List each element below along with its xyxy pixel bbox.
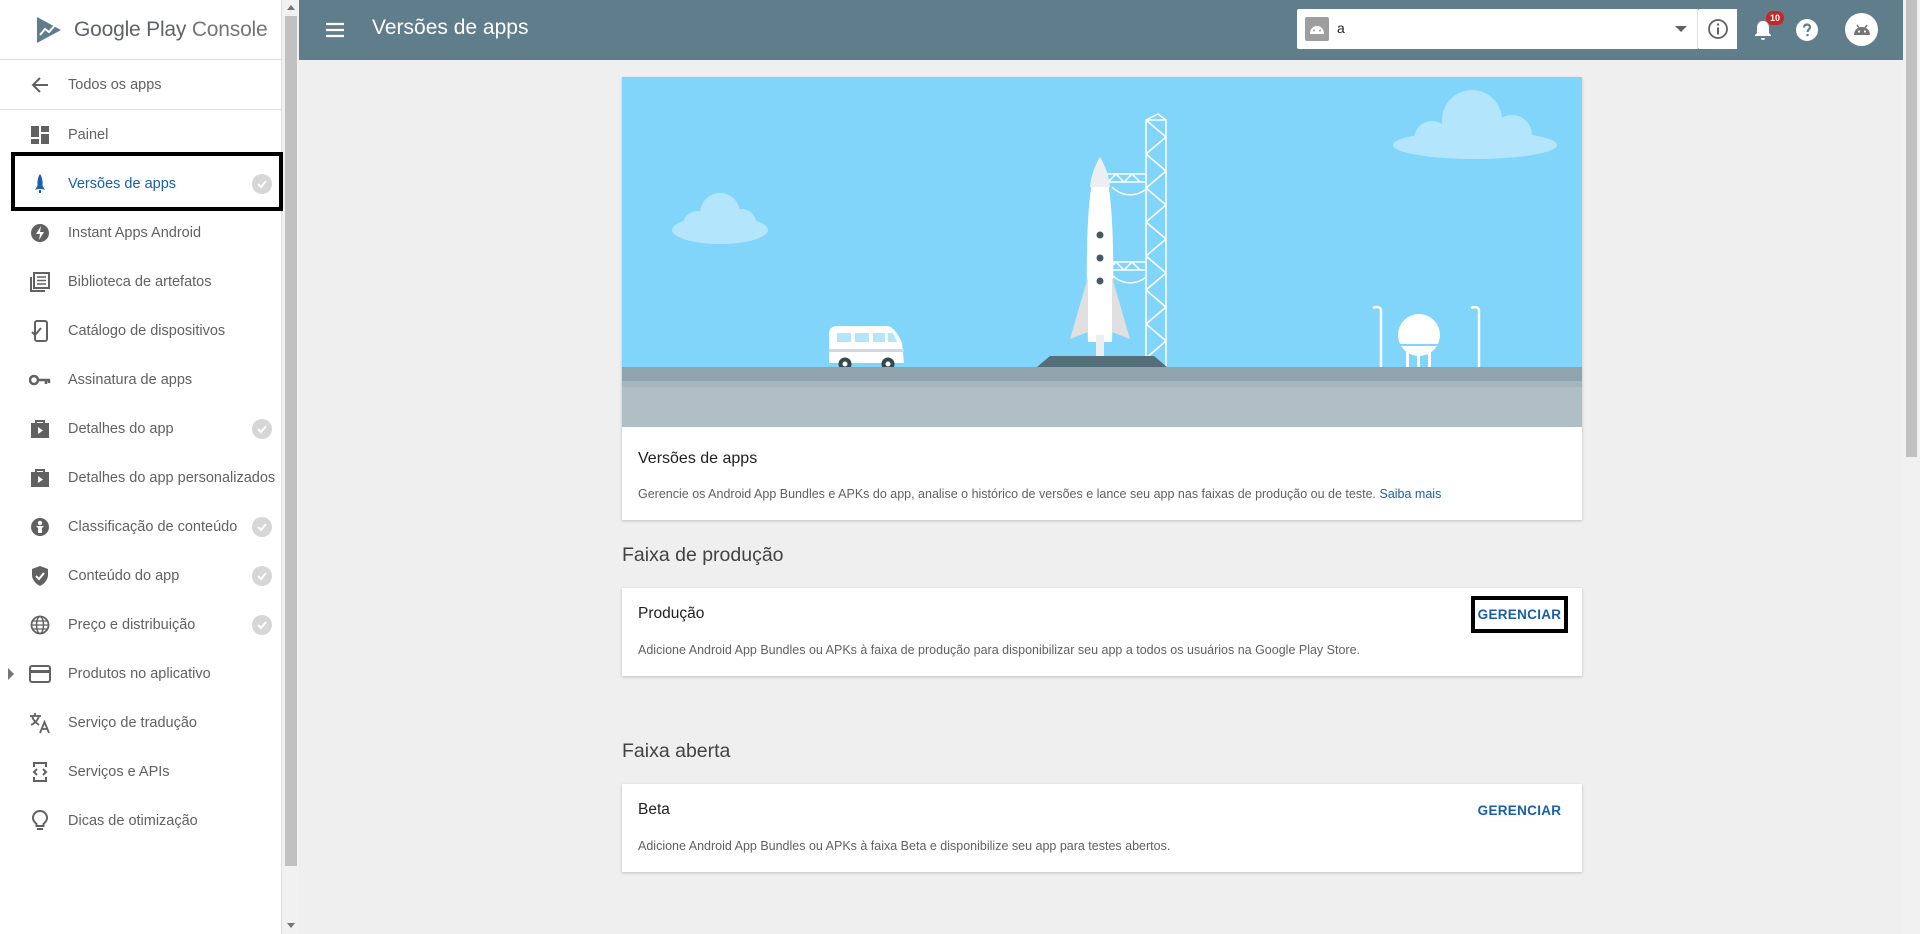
brand-suffix: Console: [191, 17, 268, 41]
sidebar-item-detalhes-do-app[interactable]: Detalhes do app: [0, 404, 282, 453]
sidebar-item-produtos-no-aplicativo[interactable]: Produtos no aplicativo: [0, 649, 282, 698]
store-icon: [28, 417, 52, 441]
card-description-text: Gerencie os Android App Bundles e APKs d…: [638, 487, 1376, 501]
sidebar-item-dicas-de-otimizacao[interactable]: Dicas de otimização: [0, 796, 282, 845]
sidebar-item-versoes-de-apps[interactable]: Versões de apps: [0, 159, 282, 208]
sidebar-item-label: Painel: [68, 126, 109, 143]
dashboard-icon: [28, 123, 52, 147]
rating-icon: [28, 515, 52, 539]
play-console-logo-icon: [37, 16, 61, 43]
sidebar-item-label: Detalhes do app: [68, 420, 174, 437]
rocket-launch-illustration: [622, 77, 1582, 427]
track-card-beta: Beta Adicione Android App Bundles ou APK…: [622, 784, 1582, 872]
sidebar-item-conteudo-do-app[interactable]: Conteúdo do app: [0, 551, 282, 600]
track-name: Beta: [638, 801, 670, 818]
main-scrollbar-thumb[interactable]: [1906, 0, 1917, 457]
android-avatar-icon: [1853, 24, 1870, 35]
sidebar-item-label: Versões de apps: [68, 175, 177, 192]
check-circle-icon: [252, 516, 272, 537]
library-icon: [28, 270, 52, 294]
dropdown-arrow-icon[interactable]: [1675, 26, 1687, 32]
sidebar-item-assinatura-de-apps[interactable]: Assinatura de apps: [0, 355, 282, 404]
sidebar-item-detalhes-personalizados[interactable]: Detalhes do app personalizados: [0, 453, 282, 502]
top-app-bar: Versões de apps a 10: [299, 0, 1903, 60]
section-title-production: Faixa de produção: [622, 544, 784, 566]
selected-app-name: a: [1337, 20, 1345, 36]
translate-icon: [28, 711, 52, 735]
lightbulb-icon: [28, 809, 52, 833]
info-button[interactable]: [1699, 9, 1737, 49]
app-releases-intro-card: Versões de apps Gerencie os Android App …: [622, 77, 1582, 520]
selector-divider: [1697, 9, 1698, 49]
rocket-icon: [28, 172, 52, 196]
check-circle-icon: [252, 565, 272, 586]
page-title: Versões de apps: [372, 16, 529, 39]
card-description: Gerencie os Android App Bundles e APKs d…: [638, 487, 1441, 501]
brand-name: Google Play: [74, 17, 187, 41]
sidebar-item-label: Assinatura de apps: [68, 371, 193, 388]
sidebar-item-label: Catálogo de dispositivos: [68, 322, 226, 339]
device-catalog-icon: [28, 319, 52, 343]
globe-icon: [28, 613, 52, 637]
sidebar-item-label: Produtos no aplicativo: [68, 665, 211, 682]
sidebar-item-painel[interactable]: Painel: [0, 110, 282, 159]
sidebar-item-label: Biblioteca de artefatos: [68, 273, 212, 290]
learn-more-link[interactable]: Saiba mais: [1379, 487, 1441, 501]
track-name: Produção: [638, 605, 705, 622]
info-icon: [1708, 19, 1728, 39]
track-description: Adicione Android App Bundles ou APKs à f…: [638, 643, 1361, 657]
track-card-production: Produção Adicione Android App Bundles ou…: [622, 588, 1582, 676]
sidebar: Google Play Console Todos os apps Painel…: [0, 0, 283, 934]
help-icon: [1796, 19, 1818, 41]
track-description: Adicione Android App Bundles ou APKs à f…: [638, 839, 1171, 853]
sidebar-item-preco-e-distribuicao[interactable]: Preço e distribuição: [0, 600, 282, 649]
sidebar-item-label: Classificação de conteúdo: [68, 518, 238, 535]
sidebar-item-label: Serviços e APIs: [68, 763, 170, 780]
store-icon: [28, 466, 52, 490]
account-avatar[interactable]: [1845, 13, 1878, 46]
back-label: Todos os apps: [68, 77, 162, 93]
sidebar-scrollbar[interactable]: [283, 0, 299, 934]
card-icon: [28, 662, 52, 686]
menu-icon[interactable]: [323, 18, 347, 42]
sidebar-item-classificacao-de-conteudo[interactable]: Classificação de conteúdo: [0, 502, 282, 551]
main-scrollbar[interactable]: [1903, 0, 1920, 934]
android-app-icon: [1305, 17, 1329, 41]
check-circle-icon: [252, 418, 272, 439]
sidebar-scrollbar-thumb[interactable]: [285, 16, 297, 866]
section-title-open-track: Faixa aberta: [622, 740, 731, 762]
sidebar-item-instant-apps[interactable]: Instant Apps Android: [0, 208, 282, 257]
sidebar-item-label: Preço e distribuição: [68, 616, 196, 633]
app-selector[interactable]: a: [1297, 9, 1737, 49]
api-icon: [28, 760, 52, 784]
sidebar-item-servicos-e-apis[interactable]: Serviços e APIs: [0, 747, 282, 796]
back-to-all-apps[interactable]: Todos os apps: [0, 61, 282, 110]
key-icon: [28, 368, 52, 392]
play-console-logo[interactable]: Google Play Console: [0, 0, 281, 60]
sidebar-item-label: Instant Apps Android: [68, 224, 202, 241]
sidebar-item-catalogo-de-dispositivos[interactable]: Catálogo de dispositivos: [0, 306, 282, 355]
scroll-up-arrow-icon[interactable]: [287, 5, 295, 10]
arrow-back-icon: [28, 73, 52, 97]
check-circle-icon: [252, 614, 272, 635]
sidebar-item-label: Detalhes do app personalizados: [68, 469, 276, 486]
sidebar-item-servico-de-traducao[interactable]: Serviço de tradução: [0, 698, 282, 747]
manage-beta-button[interactable]: GERENCIAR: [1475, 792, 1564, 828]
check-circle-icon: [252, 173, 272, 194]
help-button[interactable]: [1794, 17, 1820, 43]
sidebar-item-biblioteca-de-artefatos[interactable]: Biblioteca de artefatos: [0, 257, 282, 306]
manage-production-button[interactable]: GERENCIAR: [1475, 596, 1564, 632]
expand-arrow-icon[interactable]: [8, 667, 14, 680]
sidebar-item-label: Serviço de tradução: [68, 714, 197, 731]
shield-icon: [28, 564, 52, 588]
bolt-icon: [28, 221, 52, 245]
notifications-count-badge: 10: [1766, 11, 1784, 25]
scroll-down-arrow-icon[interactable]: [287, 923, 295, 928]
card-title: Versões de apps: [638, 450, 758, 467]
sidebar-item-label: Dicas de otimização: [68, 812, 198, 829]
sidebar-item-label: Conteúdo do app: [68, 567, 180, 584]
